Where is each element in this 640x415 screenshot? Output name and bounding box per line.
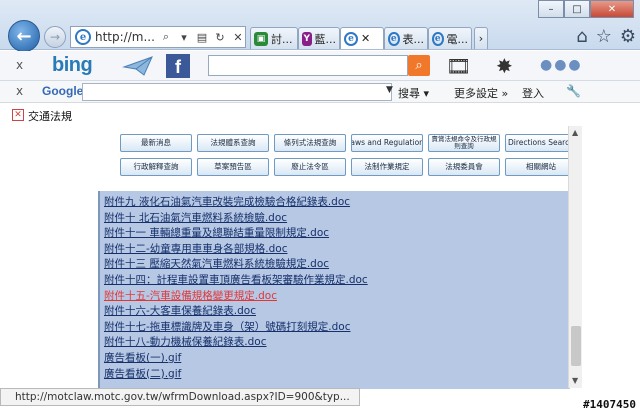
attachment-link[interactable]: 附件十三 壓縮天然氣汽車燃料系統檢驗規定.doc (104, 257, 570, 273)
nav-button[interactable]: Directions Search (505, 134, 577, 152)
browser-tab[interactable]: Y 藍... (298, 27, 340, 49)
address-bar[interactable]: e http://m... ⌕ ▾ ▤ ↻ ✕ (70, 26, 246, 48)
browser-tab-active[interactable]: e ✕ (340, 27, 384, 49)
minimize-button[interactable]: – (538, 0, 564, 18)
gear-icon[interactable]: ⚙ (620, 26, 636, 47)
home-icon[interactable]: ⌂ (576, 26, 587, 47)
attachment-link[interactable]: 附件十四：計程車設置車頂廣告看板架審驗作業規定.doc (104, 273, 570, 289)
scroll-up-icon[interactable]: ▲ (572, 128, 578, 137)
facebook-glyph: f (175, 57, 181, 77)
watermark-id: #1407450 (583, 398, 636, 411)
attachment-link[interactable]: 廣告看板(一).gif (104, 351, 570, 367)
wrench-icon[interactable]: 🔧 (566, 84, 581, 98)
browser-tab[interactable]: ▣ 討... (250, 27, 298, 49)
yahoo-icon: Y (302, 31, 312, 46)
tab-close-icon[interactable]: ✕ (361, 32, 370, 45)
attachment-link[interactable]: 附件十二-幼童專用車車身各部規格.doc (104, 242, 570, 258)
nav-button[interactable]: 賣賞法規命令及行政規則查詢 (428, 134, 500, 152)
paper-plane-icon[interactable] (122, 55, 154, 77)
google-logo[interactable]: Google (42, 84, 83, 98)
search-icon[interactable]: ⌕ (159, 30, 173, 44)
nav-button[interactable]: 條列式法規查詢 (274, 134, 346, 152)
browser-tab[interactable]: e 表... (384, 27, 428, 49)
nav-button[interactable]: 最新消息 (120, 134, 192, 152)
attachment-link[interactable]: 附件十六-大客車保養紀錄表.doc (104, 304, 570, 320)
scrollbar-thumb[interactable] (571, 326, 581, 366)
search-icon: ⌕ (415, 58, 423, 73)
ie-icon: e (344, 31, 358, 46)
page-content: 最新消息 法規體系查詢 條列式法規查詢 Laws and Regulations… (0, 126, 640, 389)
video-film-icon[interactable]: 🎞 (446, 54, 471, 78)
bing-search-button[interactable]: ⌕ (408, 55, 430, 76)
ie-icon: e (388, 31, 400, 46)
tab-label: 電... (446, 32, 469, 46)
site-nav-grid: 最新消息 法規體系查詢 條列式法規查詢 Laws and Regulations… (120, 134, 580, 176)
facebook-icon[interactable]: f (166, 54, 190, 78)
compat-view-icon[interactable]: ▤ (195, 31, 209, 44)
bing-toolbar: x bing f ⌕ 🎞 ✸ ●●● (0, 51, 640, 81)
google-toolbar: x Google ▼ 搜尋 ▾ 更多設定 » 登入 🔧 (0, 81, 640, 103)
tab-label: 藍... (314, 32, 337, 46)
nav-button[interactable]: 法規體系查詢 (197, 134, 269, 152)
nav-button[interactable]: 相關網站 (505, 158, 577, 176)
forward-button[interactable]: → (44, 26, 66, 48)
attachment-link[interactable]: 附件十八-動力機械保養紀錄表.doc (104, 335, 570, 351)
back-arrow-icon: ← (16, 25, 32, 47)
window-controls: – □ ✕ (538, 0, 634, 18)
nav-button[interactable]: 法規委員會 (428, 158, 500, 176)
broken-image-icon: ✕ (12, 109, 24, 121)
tab-scroll-button[interactable]: › (474, 27, 488, 49)
bing-logo[interactable]: bing (52, 54, 93, 77)
vertical-scrollbar[interactable]: ▲ ▼ (568, 126, 582, 388)
page-label[interactable]: 交通法規 (28, 108, 72, 124)
dropdown-icon[interactable]: ▾ (177, 31, 191, 44)
tab-favicon-icon: ▣ (254, 31, 268, 46)
tab-label: 表... (402, 32, 425, 46)
more-settings-button[interactable]: 更多設定 » (454, 85, 508, 101)
stop-icon[interactable]: ✕ (231, 31, 245, 44)
browser-titlebar: – □ ✕ ← → e http://m... ⌕ ▾ ▤ ↻ ✕ ▣ 討...… (0, 0, 640, 52)
ie-icon: e (75, 29, 91, 45)
close-window-button[interactable]: ✕ (590, 0, 634, 18)
refresh-icon[interactable]: ↻ (213, 31, 227, 44)
attachment-link[interactable]: 附件十一 車輛總重量及總聯結重量限制規定.doc (104, 226, 570, 242)
bing-search-input[interactable] (208, 55, 408, 76)
ie-icon: e (432, 31, 444, 46)
status-bar-url: http://motclaw.motc.gov.tw/wfrmDownload.… (0, 388, 360, 406)
login-button[interactable]: 登入 (522, 85, 544, 101)
nav-button[interactable]: 行政解釋查詢 (120, 158, 192, 176)
attachment-list: 附件九 液化石油氣汽車改裝完成檢驗合格紀錄表.doc 附件十 北石油氣汽車燃料系… (100, 191, 570, 382)
wheel-icon[interactable]: ✸ (496, 54, 513, 78)
google-search-input[interactable] (82, 83, 392, 101)
close-toolbar-button[interactable]: x (16, 58, 23, 72)
attachment-link[interactable]: 廣告看板(二).gif (104, 367, 570, 383)
chevron-right-icon: › (478, 32, 484, 45)
scroll-down-icon[interactable]: ▼ (572, 376, 578, 385)
attachment-link[interactable]: 附件十七-拖車標識牌及車身（架）號碼打刻規定.doc (104, 320, 570, 336)
browser-command-icons: ⌂ ☆ ⚙ (576, 26, 636, 47)
close-toolbar-button[interactable]: x (16, 84, 23, 98)
attachment-link[interactable]: 附件九 液化石油氣汽車改裝完成檢驗合格紀錄表.doc (104, 195, 570, 211)
favorites-bar: ✕ 交通法規 (0, 104, 640, 126)
nav-button[interactable]: 廢止法令區 (274, 158, 346, 176)
browser-tab[interactable]: e 電... (428, 27, 472, 49)
nav-button[interactable]: 草案預告區 (197, 158, 269, 176)
chevron-down-icon[interactable]: ▼ (386, 85, 393, 95)
address-text[interactable]: http://m... (95, 30, 155, 44)
attachment-link[interactable]: 附件十 北石油氣汽車燃料系統檢驗.doc (104, 211, 570, 227)
tab-label: 討... (271, 32, 293, 46)
nav-button[interactable]: Laws and Regulations (351, 134, 423, 152)
attachment-list-panel: 附件九 液化石油氣汽車改裝完成檢驗合格紀錄表.doc 附件十 北石油氣汽車燃料系… (98, 191, 570, 389)
nav-button[interactable]: 法制作業規定 (351, 158, 423, 176)
google-search-button[interactable]: 搜尋 ▾ (398, 85, 429, 101)
attachment-link-hovered[interactable]: 附件十五-汽車設備規格變更規定.doc (104, 289, 570, 305)
more-options-icon[interactable]: ●●● (540, 57, 583, 73)
maximize-button[interactable]: □ (564, 0, 590, 18)
back-button[interactable]: ← (8, 20, 40, 52)
forward-arrow-icon: → (49, 30, 61, 44)
favorites-star-icon[interactable]: ☆ (596, 26, 612, 47)
